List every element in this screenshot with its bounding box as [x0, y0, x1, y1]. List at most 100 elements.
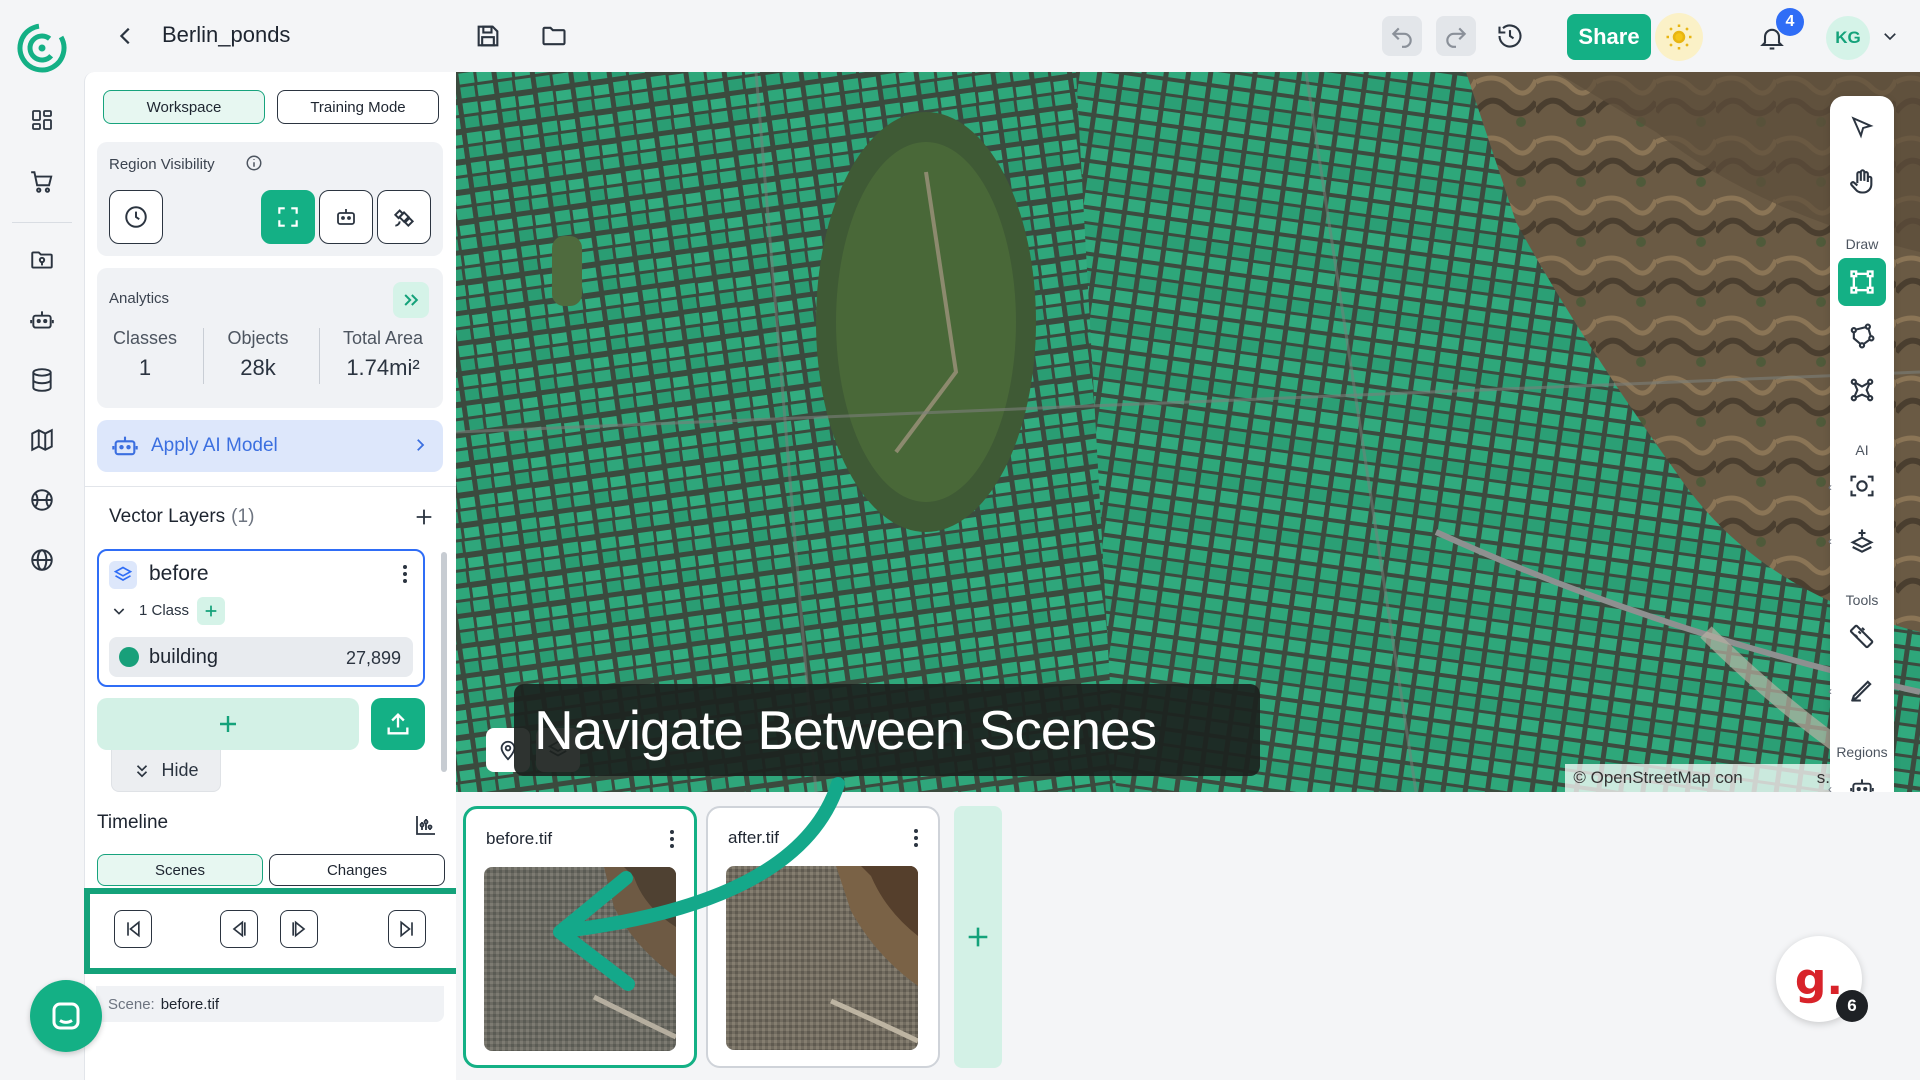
expand-analytics-button[interactable]: [393, 282, 429, 318]
stat-label: Total Area: [342, 328, 424, 348]
plus-icon: [205, 605, 217, 617]
map-attribution: © OpenStreetMap con s.: [1565, 764, 1838, 792]
ruler-icon[interactable]: [1842, 616, 1882, 656]
class-row-building[interactable]: building 27,899: [109, 637, 413, 677]
step-back-icon: [232, 920, 246, 938]
robot-icon: [337, 209, 355, 225]
theme-toggle[interactable]: [1655, 13, 1703, 61]
previous-scene-button[interactable]: [220, 910, 258, 948]
add-layer-button[interactable]: [97, 698, 359, 750]
guide-tooltip: Navigate Between Scenes: [514, 684, 1260, 776]
satellite-visibility-button[interactable]: [377, 190, 431, 244]
add-class-button[interactable]: [197, 597, 225, 625]
class-color-dot: [119, 647, 139, 667]
basketball-icon[interactable]: [26, 484, 58, 516]
grammarly-badge: 6: [1836, 990, 1868, 1022]
hide-label: Hide: [161, 760, 199, 780]
last-scene-button[interactable]: [388, 910, 426, 948]
draw-rectangle-button[interactable]: [1838, 258, 1886, 306]
robot-visibility-button[interactable]: [319, 190, 373, 244]
chart-settings-icon[interactable]: [411, 810, 441, 840]
apply-ai-model-button[interactable]: Apply AI Model: [97, 420, 443, 472]
step-forward-icon: [292, 920, 306, 938]
hand-pan-icon[interactable]: [1842, 162, 1882, 202]
analytics-title: Analytics: [109, 290, 170, 307]
stat-label: Objects: [227, 328, 289, 348]
ai-section-label: AI: [1855, 442, 1869, 458]
scene-thumbnail: [726, 866, 918, 1050]
kebab-menu-icon[interactable]: [660, 825, 684, 853]
tab-changes[interactable]: Changes: [269, 854, 445, 886]
rail-divider: [12, 222, 72, 223]
folder-location-icon[interactable]: [26, 244, 58, 276]
scene-navigation-controls: [84, 888, 462, 974]
folder-icon[interactable]: [534, 16, 574, 56]
fullscreen-visibility-button[interactable]: [261, 190, 315, 244]
upload-icon: [387, 713, 409, 735]
sun-icon: [1666, 24, 1692, 50]
ai-detect-icon[interactable]: [1842, 466, 1882, 506]
chevron-left-icon[interactable]: ‹: [1828, 480, 1832, 494]
plus-icon: [220, 716, 236, 732]
redo-icon[interactable]: [1436, 16, 1476, 56]
map-icon[interactable]: [26, 424, 58, 456]
tab-training-mode[interactable]: Training Mode: [277, 90, 439, 124]
back-button[interactable]: [110, 20, 142, 52]
user-avatar[interactable]: KG: [1826, 16, 1870, 60]
chevron-down-icon[interactable]: [1878, 24, 1902, 48]
panel-scrollbar[interactable]: [441, 552, 447, 772]
tools-section-label: Tools: [1845, 592, 1879, 608]
regions-section-label: Regions: [1836, 744, 1888, 760]
double-chevron-down-icon: [137, 764, 148, 777]
draw-section-label: Draw: [1845, 236, 1879, 252]
first-scene-button[interactable]: [114, 910, 152, 948]
chevron-left-icon[interactable]: ‹: [1828, 684, 1832, 698]
globe-icon[interactable]: [26, 544, 58, 576]
section-divider: [85, 486, 457, 487]
scene-card-after[interactable]: after.tif: [706, 806, 940, 1068]
add-scene-button[interactable]: [954, 806, 1002, 1068]
current-scene-label: Scene: before.tif: [96, 986, 444, 1022]
ai-wand-icon[interactable]: [1842, 520, 1882, 560]
add-layer-plus-icon[interactable]: [413, 506, 435, 533]
scene-key: Scene:: [108, 995, 155, 1013]
share-button[interactable]: Share: [1567, 14, 1651, 60]
history-icon[interactable]: [1490, 16, 1530, 56]
upload-button[interactable]: [371, 698, 425, 750]
chevron-left-icon[interactable]: ‹: [1828, 534, 1832, 548]
chat-icon: [52, 1002, 80, 1030]
kebab-menu-icon[interactable]: [395, 563, 415, 590]
layer-card-before[interactable]: before 1 Class building 27,899: [97, 549, 425, 687]
scene-name: after.tif: [728, 828, 780, 847]
tab-workspace[interactable]: Workspace: [103, 90, 265, 124]
info-icon[interactable]: [245, 154, 263, 177]
class-count: 1 Class: [139, 602, 190, 619]
save-icon[interactable]: [468, 16, 508, 56]
robot-icon[interactable]: [26, 304, 58, 336]
hide-panel-button[interactable]: Hide: [111, 750, 221, 792]
analytics-card: Analytics Classes 1 Objects 28k Total Ar…: [97, 268, 443, 408]
notification-badge: 4: [1776, 8, 1804, 36]
freeform-polygon-icon[interactable]: [1842, 370, 1882, 410]
tab-scenes[interactable]: Scenes: [97, 854, 263, 886]
chat-button[interactable]: [30, 980, 102, 1052]
stat-total-area: Total Area 1.74mi²: [327, 328, 439, 381]
stat-value: 1: [138, 355, 152, 380]
kebab-menu-icon[interactable]: [904, 824, 928, 852]
chevron-down-icon[interactable]: [111, 603, 127, 624]
layers-icon: [109, 561, 137, 589]
scene-card-before[interactable]: before.tif: [463, 806, 697, 1068]
clock-visibility-button[interactable]: [109, 190, 163, 244]
next-scene-button[interactable]: [280, 910, 318, 948]
cart-icon[interactable]: [26, 166, 58, 198]
polygon-icon[interactable]: [1842, 316, 1882, 356]
dashboard-icon[interactable]: [26, 104, 58, 136]
select-cursor-icon[interactable]: [1842, 108, 1882, 148]
expand-icon: [278, 207, 298, 227]
database-icon[interactable]: [26, 364, 58, 396]
undo-icon[interactable]: [1382, 16, 1422, 56]
pen-icon[interactable]: [1842, 670, 1882, 710]
app-logo[interactable]: [16, 22, 68, 74]
chevron-right-icon: [411, 436, 429, 459]
stat-divider: [319, 328, 320, 384]
